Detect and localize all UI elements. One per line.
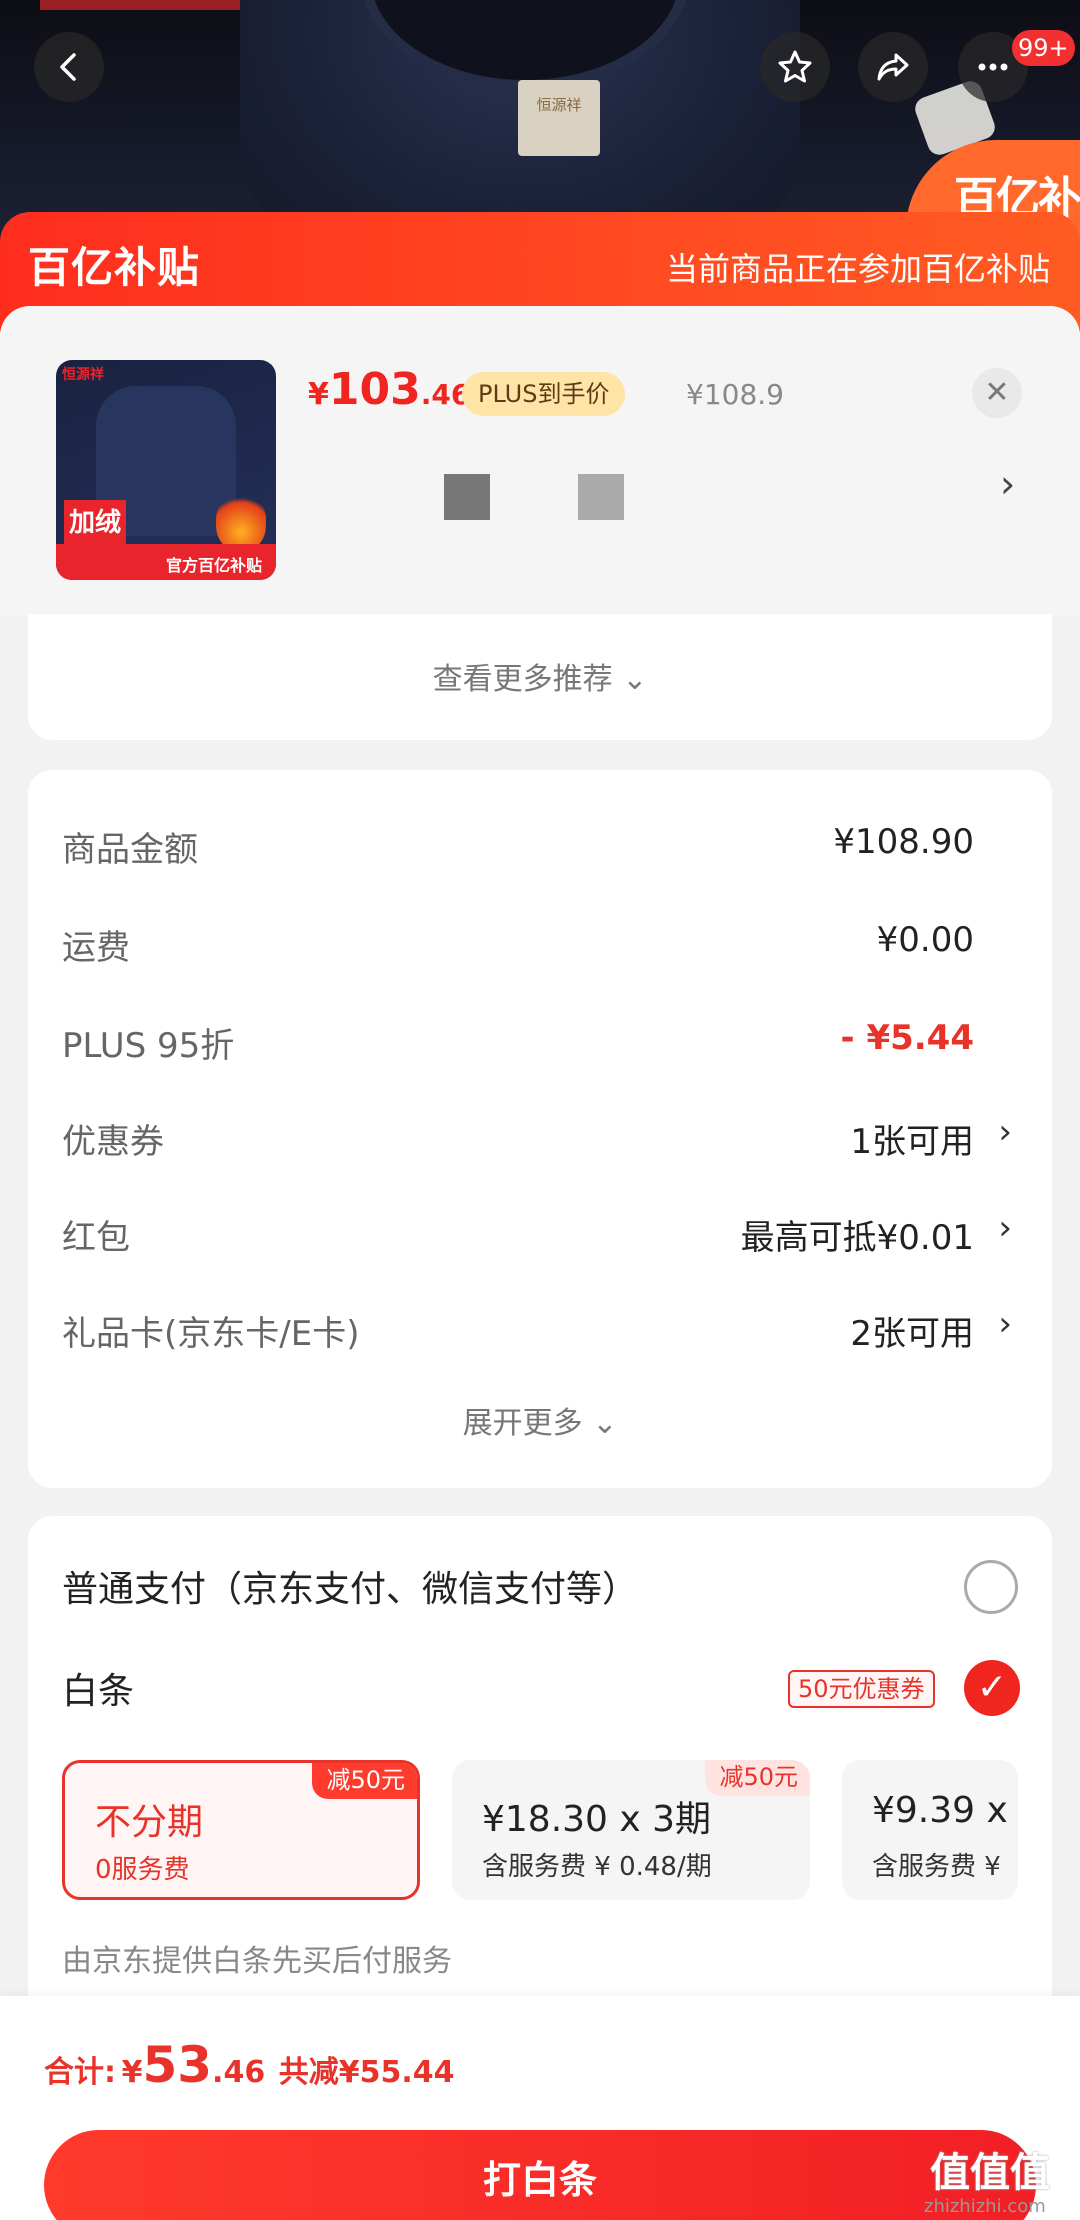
original-price: ¥108.9: [686, 378, 784, 411]
chevron-right-icon[interactable]: ›: [1000, 462, 1015, 506]
favorite-button[interactable]: [760, 32, 830, 102]
more-recommendations-label: 查看更多推荐 ⌄: [432, 662, 648, 697]
plan-discount-tag: 减50元: [705, 1760, 810, 1796]
product-card[interactable]: 恒源祥 加绒 官方百亿补贴 ¥103.46 PLUS到手价 ¥108.9 ✕ ›: [0, 306, 1080, 616]
plan-subtitle: 0服务费: [95, 1855, 190, 1885]
photo-clothing-tag: 恒源祥: [518, 80, 600, 156]
installment-plan-3[interactable]: 减50元 ¥18.30 x 3期 含服务费 ¥ 0.48/期: [452, 1760, 810, 1900]
fee-row-shipping: 运费 ¥0.00: [62, 920, 974, 968]
fee-row-plus-discount: PLUS 95折 - ¥5.44: [62, 1018, 974, 1066]
thumb-flame: [216, 490, 266, 550]
order-total: 合计: ¥53.46 共减¥55.44: [44, 2036, 455, 2094]
plan-discount-tag: 减50元: [312, 1763, 417, 1799]
fee-row-coupon[interactable]: 优惠券 1张可用 ›: [62, 1106, 1012, 1166]
plan-subtitle: 含服务费 ¥ 0.48/期: [482, 1852, 712, 1882]
fee-row-gift-card[interactable]: 礼品卡(京东卡/E卡) 2张可用 ›: [62, 1298, 1012, 1358]
thumb-badge: 加绒: [64, 500, 126, 546]
close-icon[interactable]: ✕: [972, 368, 1022, 418]
expand-more-button[interactable]: 展开更多 ⌄: [28, 1398, 1052, 1442]
photo-red-text: [40, 0, 270, 10]
subsidy-logo: 百亿补贴: [28, 243, 201, 292]
more-recommendations[interactable]: 查看更多推荐 ⌄: [28, 614, 1052, 740]
watermark: 值值值: [930, 2150, 1050, 2196]
back-button[interactable]: [34, 32, 104, 102]
plan-title: ¥18.30 x 3期: [482, 1799, 712, 1840]
star-icon: [778, 50, 812, 83]
installment-plan-none[interactable]: 减50元 不分期 0服务费: [62, 1760, 420, 1900]
baitiao-selected-check-icon[interactable]: ✓: [964, 1660, 1020, 1716]
plan-subtitle: 含服务费 ¥: [872, 1852, 1001, 1882]
fee-row-goods: 商品金额 ¥108.90: [62, 822, 974, 870]
current-price: ¥103.46: [308, 364, 471, 415]
total-saved: 共减¥55.44: [278, 2055, 455, 2090]
normal-payment-radio[interactable]: [964, 1560, 1018, 1614]
normal-payment-label[interactable]: 普通支付（京东支付、微信支付等）: [62, 1560, 638, 1612]
baitiao-service-note: 由京东提供白条先买后付服务: [62, 1944, 452, 1979]
thumb-strip: 官方百亿补贴: [56, 544, 276, 580]
spec-swatch[interactable]: [444, 474, 490, 520]
installment-plan-6[interactable]: ¥9.39 x 含服务费 ¥: [842, 1760, 1018, 1900]
coupon-badge: 50元优惠券: [788, 1670, 935, 1708]
thumb-brand: 恒源祥: [62, 367, 104, 383]
fee-row-red-packet[interactable]: 红包 最高可抵¥0.01 ›: [62, 1202, 1012, 1262]
plan-title: 不分期: [95, 1802, 204, 1843]
payment-card: 普通支付（京东支付、微信支付等） 白条 50元优惠券 ✓ 减50元 不分期 0服…: [28, 1516, 1052, 2076]
chevron-right-icon: ›: [998, 1208, 1012, 1248]
share-button[interactable]: [858, 32, 928, 102]
product-thumbnail[interactable]: 恒源祥 加绒 官方百亿补贴: [56, 360, 276, 580]
watermark-site: zhizhizhi.com: [924, 2196, 1046, 2217]
chevron-right-icon: ›: [998, 1304, 1012, 1344]
pay-with-baitiao-button[interactable]: 打白条: [44, 2130, 1036, 2220]
chevron-right-icon: ›: [998, 1112, 1012, 1152]
fee-breakdown-card: 商品金额 ¥108.90 运费 ¥0.00 PLUS 95折 - ¥5.44 优…: [28, 770, 1052, 1488]
plus-price-badge: PLUS到手价: [462, 372, 626, 416]
chevron-left-icon: [60, 53, 76, 81]
more-dots-icon: [978, 63, 1008, 71]
notification-count-badge: 99+: [1012, 30, 1075, 66]
share-icon: [877, 53, 909, 81]
spec-swatch[interactable]: [578, 474, 624, 520]
subsidy-message: 当前商品正在参加百亿补贴: [665, 250, 1050, 288]
plan-title: ¥9.39 x: [872, 1790, 1008, 1831]
checkout-bar: 合计: ¥53.46 共减¥55.44 打白条: [0, 1996, 1080, 2220]
baitiao-label[interactable]: 白条: [62, 1662, 134, 1714]
